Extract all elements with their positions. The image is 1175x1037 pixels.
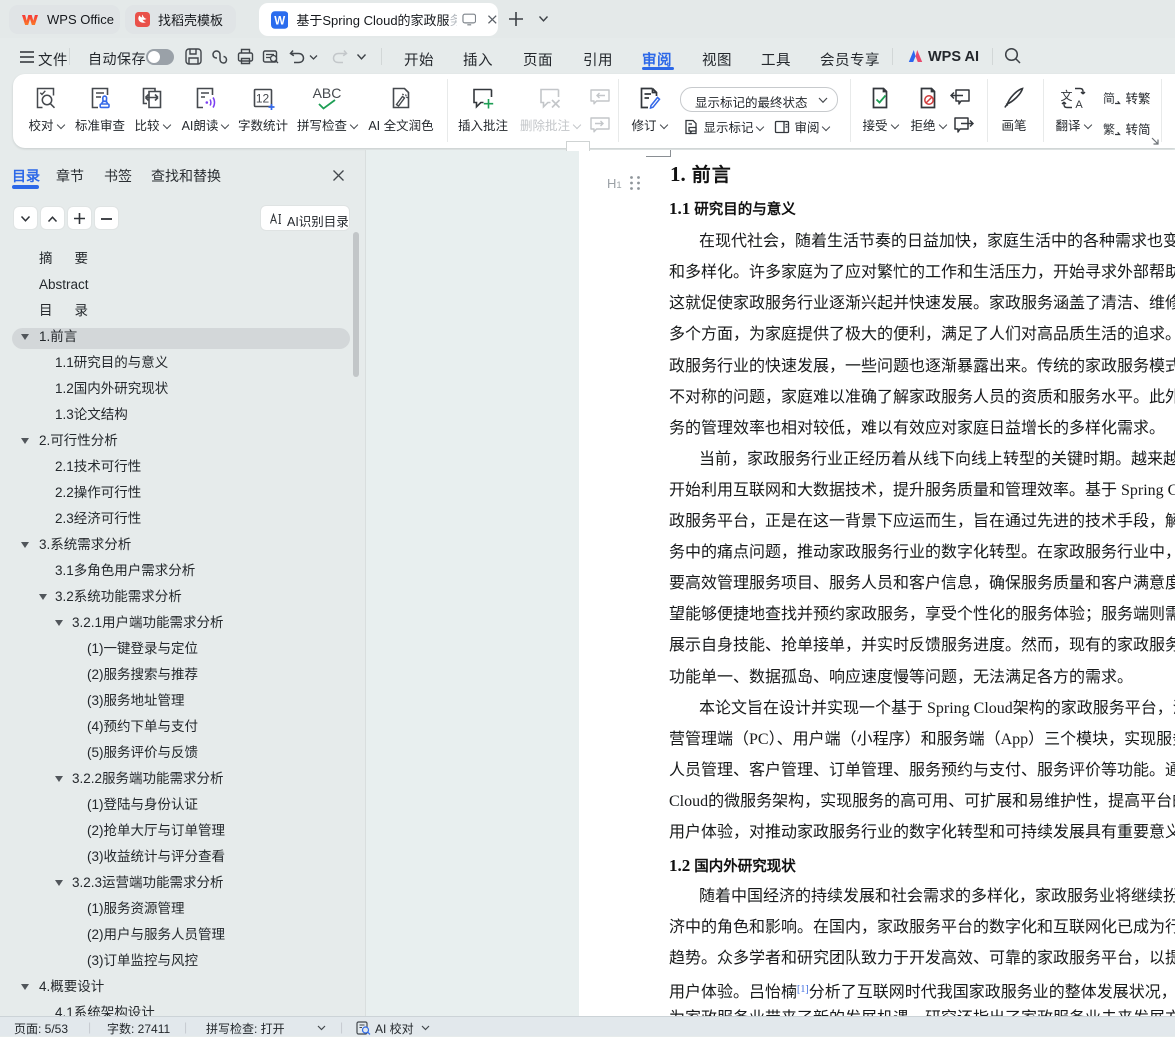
svg-text:W: W — [274, 15, 285, 27]
svg-text:ABC: ABC — [313, 85, 342, 101]
svg-text:繁: 繁 — [1103, 122, 1115, 137]
svg-text:文: 文 — [1060, 88, 1072, 103]
svg-text:12: 12 — [256, 92, 270, 106]
svg-text:简: 简 — [1103, 92, 1115, 106]
svg-text:A: A — [1075, 99, 1083, 111]
